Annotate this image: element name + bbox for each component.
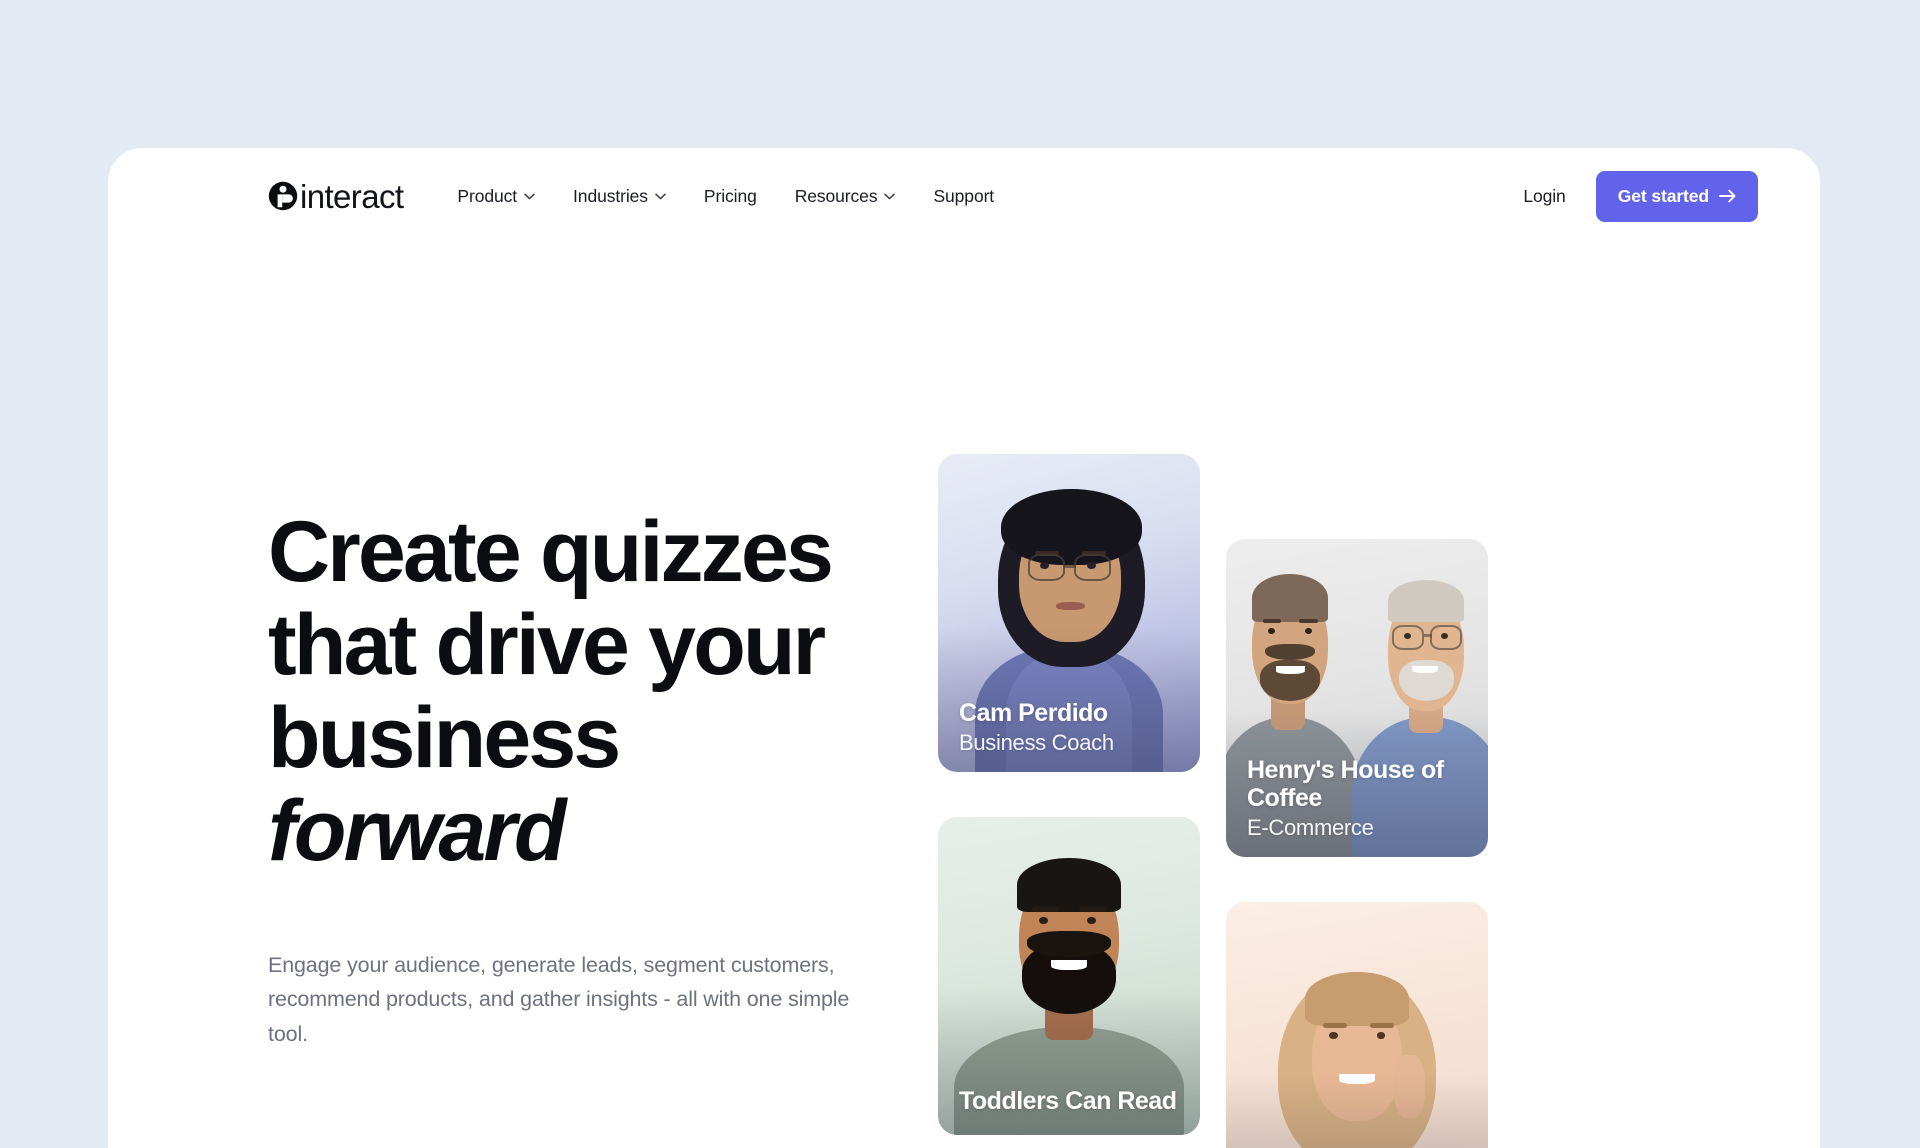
login-link[interactable]: Login [1523,186,1565,207]
get-started-label: Get started [1617,185,1709,206]
chevron-down-icon [655,193,666,199]
hero-section: Create quizzes that drive your business … [108,244,1820,1148]
showcase-card[interactable]: Cam Perdido Business Coach [938,454,1200,772]
nav-item-pricing[interactable]: Pricing [704,186,757,207]
brand-wordmark: interact [300,177,404,215]
card-caption: Henry's House of Coffee E-Commerce [1247,756,1474,840]
nav-item-support[interactable]: Support [933,186,994,207]
nav-label: Pricing [703,185,757,206]
card-caption: Cam Perdido Business Coach [959,699,1186,755]
showcase-card[interactable] [1226,902,1488,1148]
headline-line-2: that drive your [268,596,826,693]
card-title: Henry's House of Coffee [1247,755,1444,812]
nav-actions: Login Get started [1523,170,1758,222]
card-title: Cam Perdido [959,698,1108,727]
chevron-down-icon [884,193,896,199]
nav-label: Support [933,185,995,206]
hero-copy: Create quizzes that drive your business … [108,244,928,1148]
nav-label: Industries [573,185,648,206]
card-scrim [1226,1073,1488,1148]
nav-item-product[interactable]: Product [457,186,535,207]
card-caption: Toddlers Can Read [959,1087,1186,1118]
nav-item-resources[interactable]: Resources [795,186,896,207]
showcase-card[interactable]: Henry's House of Coffee E-Commerce [1226,539,1488,857]
nav-item-industries[interactable]: Industries [573,186,666,207]
brand-logo[interactable]: interact [268,177,404,215]
nav-links: Product Industries Pricing Resources Sup… [457,186,994,207]
card-subtitle: E-Commerce [1247,814,1374,840]
card-title: Toddlers Can Read [959,1087,1177,1115]
chevron-down-icon [524,193,535,199]
showcase-card[interactable]: Toddlers Can Read [938,817,1200,1135]
arrow-right-icon [1719,189,1736,203]
nav-label: Resources [794,185,878,206]
headline-line-3: business [268,689,621,786]
page-title: Create quizzes that drive your business … [268,506,928,878]
primary-navigation: interact Product Industries Pricing Reso… [108,148,1820,244]
hero-showcase: Cam Perdido Business Coach Henry's House… [928,244,1820,1148]
headline-line-1: Create quizzes [268,504,834,600]
site-panel: interact Product Industries Pricing Reso… [108,148,1820,1148]
card-subtitle: Business Coach [959,729,1114,755]
hero-subcopy: Engage your audience, generate leads, se… [268,952,850,1047]
interact-logo-icon [268,181,298,211]
showcase-card-grid: Cam Perdido Business Coach Henry's House… [938,454,1498,1148]
headline-line-4-italic: forward [268,782,567,879]
nav-label: Product [457,185,518,206]
get-started-button[interactable]: Get started [1595,170,1758,222]
